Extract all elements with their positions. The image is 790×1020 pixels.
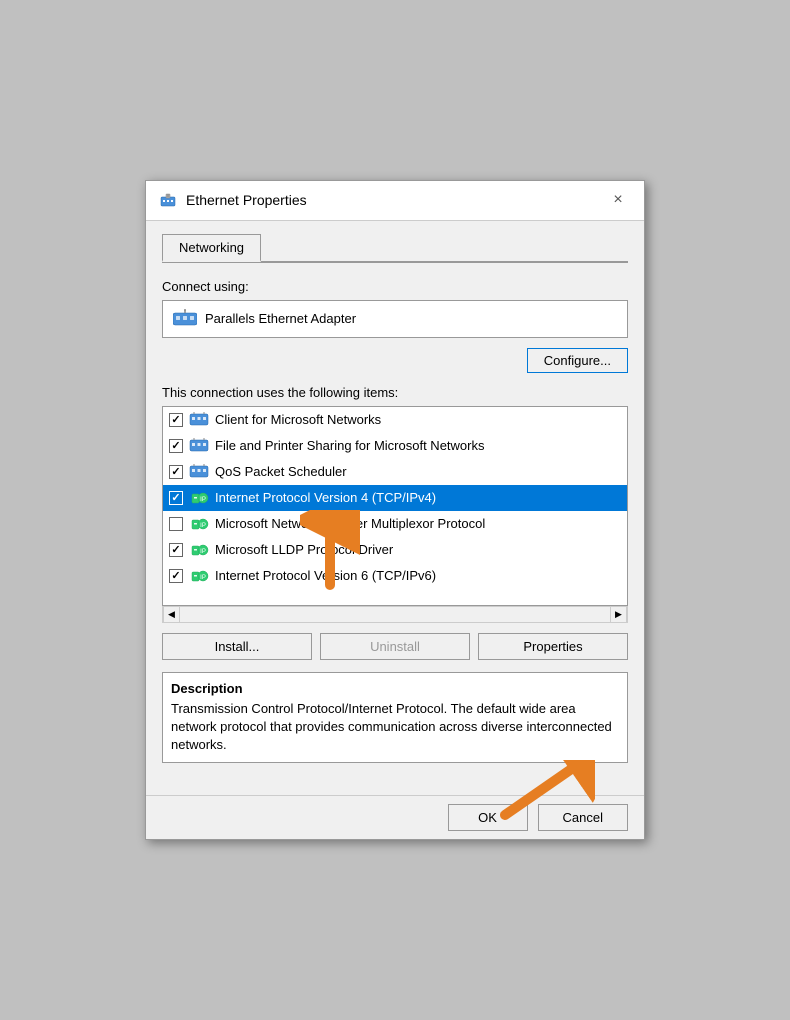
item-label: Client for Microsoft Networks: [215, 412, 381, 427]
list-item[interactable]: File and Printer Sharing for Microsoft N…: [163, 433, 627, 459]
network-icon: [189, 412, 209, 428]
checkbox-client-ms-networks[interactable]: [169, 413, 183, 427]
checkbox-qos[interactable]: [169, 465, 183, 479]
bottom-buttons: OK Cancel: [146, 795, 644, 839]
title-bar-left: Ethernet Properties: [158, 190, 307, 210]
properties-button[interactable]: Properties: [478, 633, 628, 660]
configure-button[interactable]: Configure...: [527, 348, 628, 373]
item-label: Microsoft LLDP Protocol Driver: [215, 542, 393, 557]
description-text: Transmission Control Protocol/Internet P…: [171, 700, 619, 755]
dialog-content: Networking Connect using: Parallels Ethe…: [146, 221, 644, 796]
cancel-button[interactable]: Cancel: [538, 804, 628, 831]
items-list[interactable]: Client for Microsoft Networks: [162, 406, 628, 606]
list-item[interactable]: IP Internet Protocol Version 6 (TCP/IPv6…: [163, 563, 627, 589]
items-section-label: This connection uses the following items…: [162, 385, 628, 400]
protocol-icon: IP: [189, 516, 209, 532]
description-box: Description Transmission Control Protoco…: [162, 672, 628, 764]
ok-button[interactable]: OK: [448, 804, 528, 831]
install-button[interactable]: Install...: [162, 633, 312, 660]
adapter-name: Parallels Ethernet Adapter: [205, 311, 356, 326]
item-label: Microsoft Network Adapter Multiplexor Pr…: [215, 516, 485, 531]
list-item-selected[interactable]: IP Internet Protocol Version 4 (TCP/IPv4…: [163, 485, 627, 511]
scroll-left-button[interactable]: ◀: [163, 606, 180, 623]
ethernet-properties-dialog: Ethernet Properties × Networking Connect…: [145, 180, 645, 841]
action-buttons: Install... Uninstall Properties: [162, 633, 628, 660]
close-button[interactable]: ×: [604, 186, 632, 214]
item-label: Internet Protocol Version 6 (TCP/IPv6): [215, 568, 436, 583]
checkbox-ms-lldp[interactable]: [169, 543, 183, 557]
list-item[interactable]: Client for Microsoft Networks: [163, 407, 627, 433]
checkbox-tcp-ipv4[interactable]: [169, 491, 183, 505]
protocol-icon: IP: [189, 568, 209, 584]
checkbox-file-printer-sharing[interactable]: [169, 439, 183, 453]
item-label: Internet Protocol Version 4 (TCP/IPv4): [215, 490, 436, 505]
network-icon: [189, 464, 209, 480]
window-title: Ethernet Properties: [186, 192, 307, 208]
adapter-icon: [173, 307, 197, 331]
title-bar: Ethernet Properties ×: [146, 181, 644, 221]
scroll-right-button[interactable]: ▶: [610, 606, 627, 623]
tab-bar: Networking: [162, 233, 628, 263]
list-item[interactable]: IP Microsoft LLDP Protocol Driver: [163, 537, 627, 563]
protocol-icon: IP: [189, 490, 209, 506]
connect-using-label: Connect using:: [162, 279, 628, 294]
ethernet-icon: [158, 190, 178, 210]
items-list-wrapper: Client for Microsoft Networks: [162, 406, 628, 623]
configure-row: Configure...: [162, 348, 628, 373]
svg-text:IP: IP: [200, 575, 206, 581]
checkbox-ms-network-adapter[interactable]: [169, 517, 183, 531]
tab-networking[interactable]: Networking: [162, 234, 261, 262]
list-item[interactable]: QoS Packet Scheduler: [163, 459, 627, 485]
protocol-icon: IP: [189, 542, 209, 558]
list-item[interactable]: IP Microsoft Network Adapter Multiplexor…: [163, 511, 627, 537]
item-label: QoS Packet Scheduler: [215, 464, 347, 479]
svg-text:IP: IP: [200, 549, 206, 555]
svg-text:IP: IP: [200, 523, 206, 529]
adapter-box: Parallels Ethernet Adapter: [162, 300, 628, 338]
network-icon: [189, 438, 209, 454]
description-title: Description: [171, 681, 619, 696]
checkbox-tcp-ipv6[interactable]: [169, 569, 183, 583]
horizontal-scrollbar[interactable]: ◀ ▶: [162, 606, 628, 623]
svg-text:IP: IP: [200, 497, 206, 503]
uninstall-button[interactable]: Uninstall: [320, 633, 470, 660]
item-label: File and Printer Sharing for Microsoft N…: [215, 438, 484, 453]
